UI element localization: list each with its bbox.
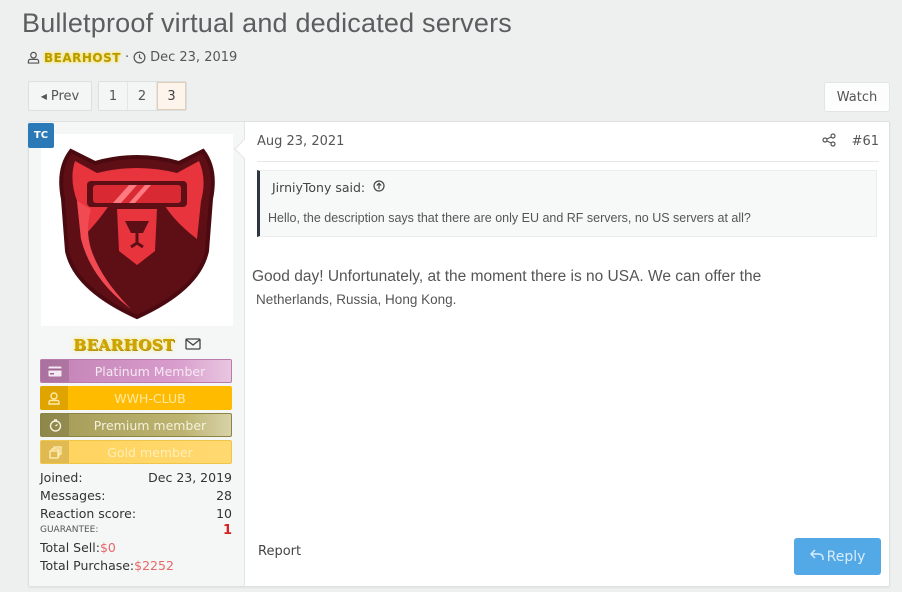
- stat-guarantee: GUARANTEE: 1: [40, 522, 232, 538]
- stat-total-purchase: Total Purchase: $2252: [40, 556, 232, 574]
- banner-premium-member: Premium member: [40, 413, 232, 437]
- message-cell: Aug 23, 2021 #61 JirniyTony said: Hello,…: [245, 122, 889, 586]
- user-cell: TC BEARHOST Platinum Member WWH-CLUB Pre…: [28, 122, 254, 586]
- pagination: ◀ Prev 1 2 3: [28, 81, 187, 111]
- banner-gold-member: Gold member: [40, 440, 232, 464]
- quote-text: Hello, the description says that there a…: [268, 211, 751, 225]
- user-banners: Platinum Member WWH-CLUB Premium member …: [40, 359, 232, 467]
- prev-page-button[interactable]: ◀ Prev: [28, 81, 92, 111]
- page-2-button[interactable]: 2: [128, 82, 157, 110]
- page-3-button[interactable]: 3: [157, 82, 186, 110]
- quote-block: JirniyTony said: Hello, the description …: [257, 170, 877, 237]
- message-line: Netherlands, Russia, Hong Kong.: [256, 292, 457, 307]
- thread-meta: BEARHOST · Dec 23, 2019: [27, 50, 237, 65]
- user-icon: [27, 51, 40, 64]
- stat-value[interactable]: 28: [216, 488, 232, 503]
- page-numbers: 1 2 3: [98, 81, 187, 111]
- watch-button[interactable]: Watch: [824, 82, 890, 112]
- stat-reaction-score: Reaction score: 10: [40, 504, 232, 522]
- clock-icon: [133, 51, 146, 64]
- caret-left-icon: ◀: [40, 91, 47, 101]
- quote-header: JirniyTony said:: [272, 180, 385, 195]
- page-title: Bulletproof virtual and dedicated server…: [22, 8, 512, 38]
- stat-messages: Messages: 28: [40, 486, 232, 504]
- banner-wwh-club: WWH-CLUB: [40, 386, 232, 410]
- stat-value: 10: [216, 505, 232, 521]
- stopwatch-icon: [41, 414, 69, 436]
- username-link[interactable]: BEARHOST: [73, 336, 174, 354]
- prev-label: Prev: [50, 88, 80, 104]
- stat-value: Dec 23, 2019: [148, 469, 232, 485]
- stat-label: Total Sell:: [40, 539, 100, 555]
- stat-label: Reaction score:: [40, 505, 137, 521]
- avatar[interactable]: [41, 134, 233, 326]
- banner-label: WWH-CLUB: [114, 390, 186, 406]
- reply-button[interactable]: Reply: [794, 538, 881, 575]
- thread-date[interactable]: Dec 23, 2019: [150, 50, 237, 65]
- user-stats: Joined: Dec 23, 2019 Messages: 28 Reacti…: [40, 468, 232, 574]
- reply-label: Reply: [826, 548, 866, 565]
- stat-label: GUARANTEE:: [40, 525, 99, 535]
- credit-card-icon: [41, 360, 69, 382]
- envelope-icon[interactable]: [185, 335, 201, 354]
- arrow-up-circle-icon[interactable]: [373, 180, 385, 195]
- post: TC BEARHOST Platinum Member WWH-CLUB Pre…: [28, 121, 890, 587]
- tc-badge: TC: [28, 123, 54, 148]
- stat-joined: Joined: Dec 23, 2019: [40, 468, 232, 486]
- post-number-link[interactable]: #61: [852, 134, 879, 149]
- thread-author-link[interactable]: BEARHOST: [44, 51, 121, 65]
- message-body: Good day! Unfortunately, at the moment t…: [252, 268, 761, 307]
- username-row: BEARHOST: [29, 335, 245, 354]
- banner-platinum-member: Platinum Member: [40, 359, 232, 383]
- stat-value: 1: [222, 522, 232, 538]
- post-date[interactable]: Aug 23, 2021: [257, 134, 344, 149]
- reply-icon: [809, 548, 824, 565]
- stat-label: Messages:: [40, 487, 106, 503]
- stat-label: Total Purchase:: [40, 557, 135, 573]
- stack-icon: [41, 441, 69, 463]
- post-header: Aug 23, 2021 #61: [257, 122, 879, 162]
- stat-total-sell: Total Sell: $0: [40, 538, 232, 556]
- stat-label: Joined:: [40, 469, 83, 485]
- stat-value: $0: [99, 539, 116, 555]
- banner-label: Platinum Member: [94, 363, 206, 379]
- meta-separator: ·: [124, 50, 130, 65]
- page-1-button[interactable]: 1: [99, 82, 128, 110]
- banner-label: Gold member: [107, 444, 193, 460]
- user-icon: [40, 386, 68, 410]
- report-link[interactable]: Report: [258, 544, 301, 559]
- post-header-actions: #61: [821, 132, 879, 151]
- message-line: Good day! Unfortunately, at the moment t…: [252, 268, 762, 285]
- banner-label: Premium member: [93, 417, 207, 433]
- bear-logo-icon: [59, 148, 215, 320]
- stat-value: $2252: [134, 557, 174, 573]
- quote-author: JirniyTony said:: [272, 180, 366, 195]
- share-icon[interactable]: [821, 132, 836, 151]
